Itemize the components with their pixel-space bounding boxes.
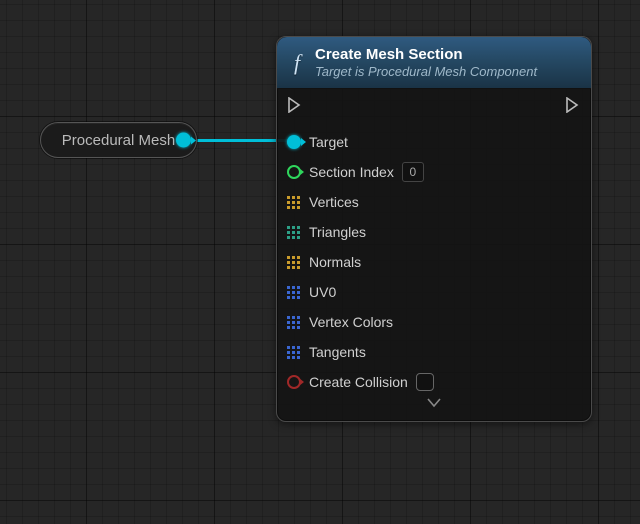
- pin-label-uv0: UV0: [309, 284, 336, 300]
- pin-label-tangents: Tangents: [309, 344, 366, 360]
- node-body: Target Section Index 0 Vertices Triangle…: [277, 89, 591, 421]
- pin-label-vertices: Vertices: [309, 194, 359, 210]
- pin-label-target: Target: [309, 134, 348, 150]
- pin-row-uv0: UV0: [287, 277, 581, 307]
- node-title-block: Create Mesh Section Target is Procedural…: [315, 46, 537, 80]
- pin-output-object[interactable]: [176, 133, 191, 148]
- pin-normals[interactable]: [287, 256, 301, 269]
- pin-vertex-colors[interactable]: [287, 316, 301, 329]
- pin-label-normals: Normals: [309, 254, 361, 270]
- pin-section-index[interactable]: [287, 165, 301, 179]
- node-subtitle: Target is Procedural Mesh Component: [315, 64, 537, 80]
- pin-row-vertex-colors: Vertex Colors: [287, 307, 581, 337]
- exec-pin-in[interactable]: [287, 97, 303, 113]
- chevron-down-icon: [427, 398, 441, 408]
- checkbox-create-collision[interactable]: [416, 373, 434, 391]
- node-title: Create Mesh Section: [315, 46, 537, 64]
- pin-vertices[interactable]: [287, 196, 301, 209]
- function-icon: f: [287, 49, 307, 77]
- pin-create-collision[interactable]: [287, 375, 301, 389]
- pin-row-tangents: Tangents: [287, 337, 581, 367]
- wire-procedural-mesh-to-target: [188, 139, 290, 142]
- pin-row-normals: Normals: [287, 247, 581, 277]
- pin-label-triangles: Triangles: [309, 224, 366, 240]
- pin-label-vertex-colors: Vertex Colors: [309, 314, 393, 330]
- pin-row-vertices: Vertices: [287, 187, 581, 217]
- node-header[interactable]: f Create Mesh Section Target is Procedur…: [277, 37, 591, 89]
- pin-label-section-index: Section Index: [309, 164, 394, 180]
- input-section-index[interactable]: 0: [402, 162, 424, 182]
- expand-button[interactable]: [287, 397, 581, 417]
- node-create-mesh-section[interactable]: f Create Mesh Section Target is Procedur…: [276, 36, 592, 422]
- exec-pin-out[interactable]: [565, 97, 581, 113]
- pin-row-target: Target: [287, 127, 581, 157]
- node-procedural-mesh-label: Procedural Mesh: [62, 132, 175, 149]
- pin-row-section-index: Section Index 0: [287, 157, 581, 187]
- pin-triangles[interactable]: [287, 226, 301, 239]
- pin-uv0[interactable]: [287, 286, 301, 299]
- pin-label-create-collision: Create Collision: [309, 374, 408, 390]
- pin-target[interactable]: [287, 135, 301, 149]
- pin-row-create-collision: Create Collision: [287, 367, 581, 397]
- node-procedural-mesh[interactable]: Procedural Mesh: [40, 122, 197, 158]
- pin-tangents[interactable]: [287, 346, 301, 359]
- pin-row-triangles: Triangles: [287, 217, 581, 247]
